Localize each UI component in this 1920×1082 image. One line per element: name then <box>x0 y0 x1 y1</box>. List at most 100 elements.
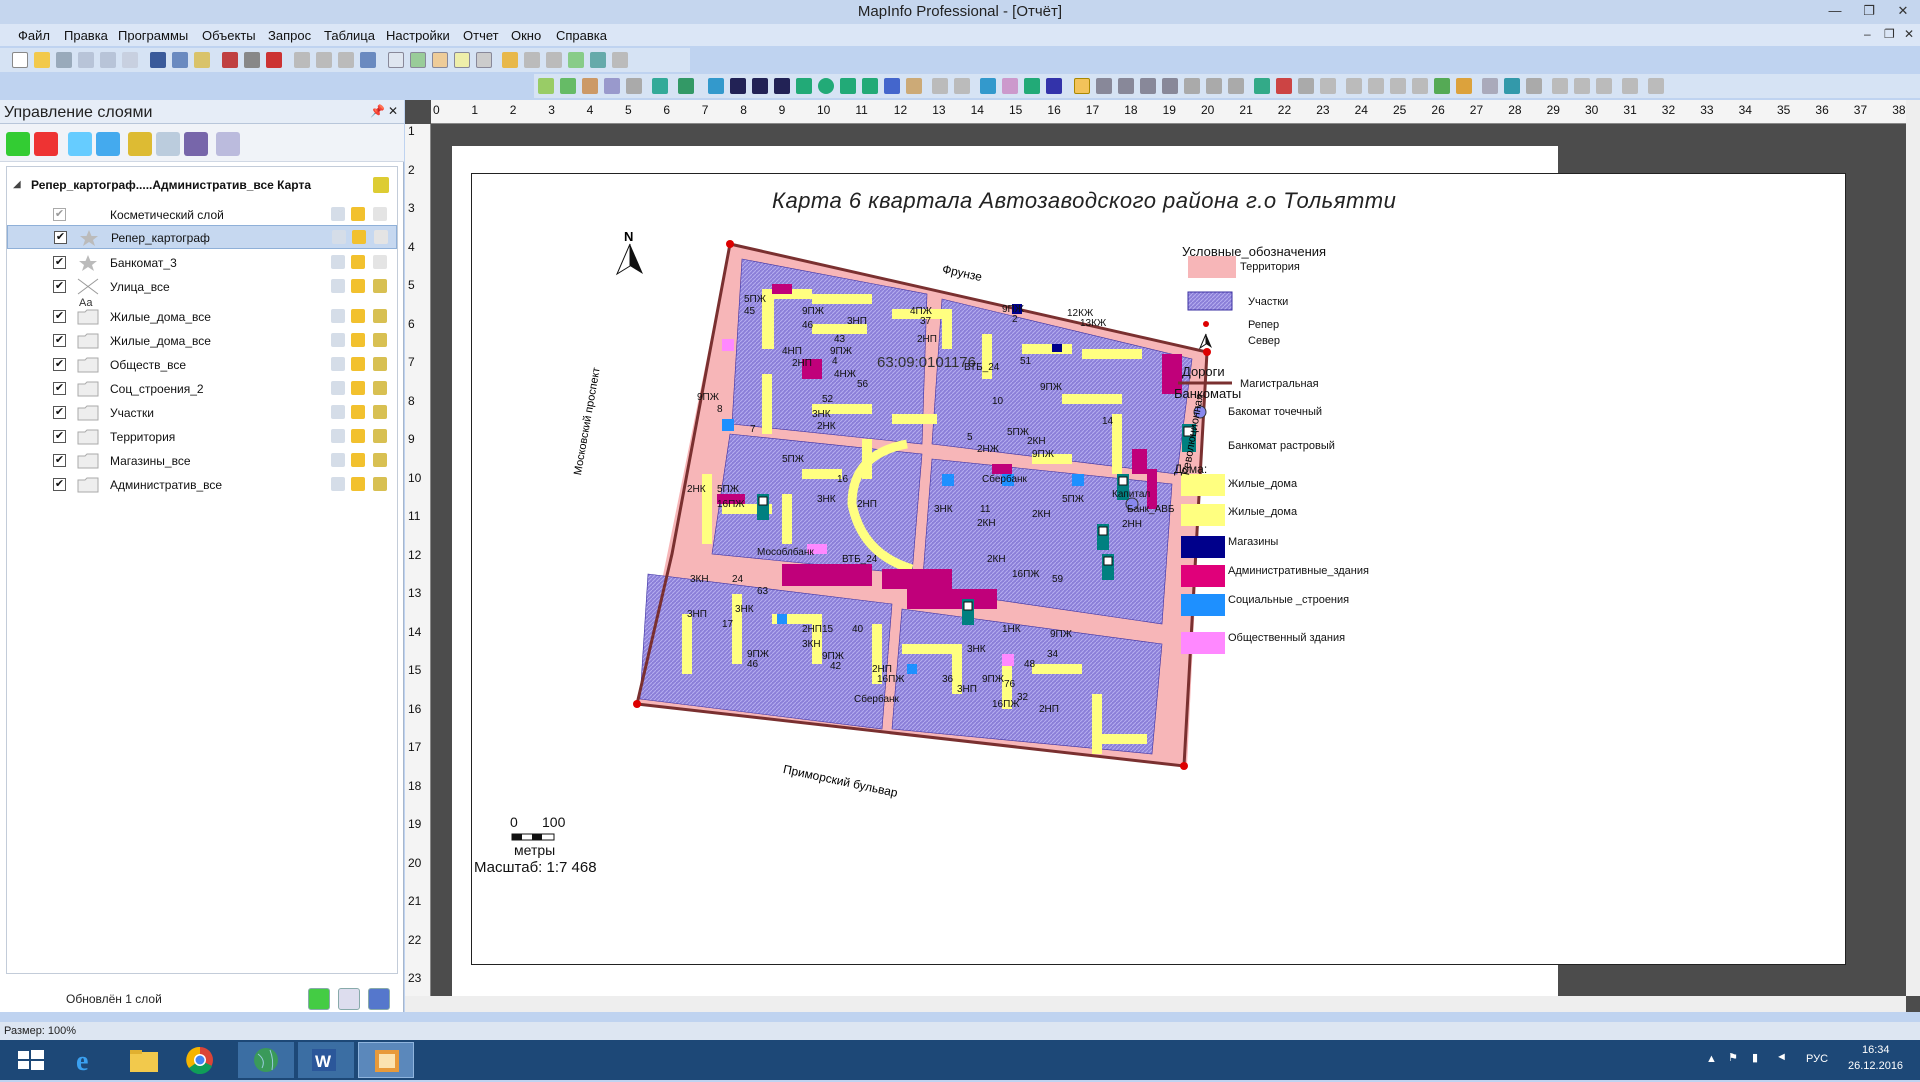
label-toggle-icon[interactable] <box>373 207 387 221</box>
tool-f-icon[interactable] <box>626 78 642 94</box>
tool-g-icon[interactable] <box>1552 78 1568 94</box>
label-toggle-icon[interactable] <box>373 309 387 323</box>
label-icon[interactable] <box>1390 78 1406 94</box>
menu-help[interactable]: Справка <box>556 28 607 43</box>
pin-icon[interactable]: 📌 <box>370 104 385 118</box>
map-label-icon[interactable] <box>373 177 389 193</box>
unselect-icon[interactable] <box>1206 78 1222 94</box>
polyline-icon[interactable] <box>752 78 768 94</box>
print-preview-icon[interactable] <box>222 52 238 68</box>
layer-row[interactable]: ✔ Банкомат_3 <box>7 251 397 275</box>
ellipse-icon[interactable] <box>818 78 834 94</box>
layer-tool-icon[interactable] <box>538 78 554 94</box>
help-button[interactable] <box>368 988 390 1010</box>
layer-visibility-checkbox[interactable]: ✔ <box>53 256 66 269</box>
new-browser-icon[interactable] <box>388 52 404 68</box>
menu-settings[interactable]: Настройки <box>386 28 450 43</box>
label-toggle-icon[interactable] <box>373 405 387 419</box>
label-tool-icon[interactable] <box>678 78 694 94</box>
catalog-icon[interactable] <box>502 52 518 68</box>
layer-visibility-checkbox[interactable]: ✔ <box>53 454 66 467</box>
rounded-rect-icon[interactable] <box>862 78 878 94</box>
radius-select-icon[interactable] <box>1118 78 1134 94</box>
move-down-icon[interactable] <box>96 132 120 156</box>
line-icon[interactable] <box>730 78 746 94</box>
close-button[interactable]: ✕ <box>1886 0 1920 22</box>
globe-icon[interactable] <box>238 1042 294 1078</box>
label-toggle-icon[interactable] <box>373 357 387 371</box>
polygon-select-icon[interactable] <box>1140 78 1156 94</box>
layer-row[interactable]: ✔ Соц_строения_2 <box>7 377 397 401</box>
word-icon[interactable]: W <box>298 1042 354 1078</box>
editable-toggle-icon[interactable] <box>331 429 345 443</box>
layer-row[interactable]: ✔ Жилые_дома_все <box>7 305 397 329</box>
invert-select-icon[interactable] <box>1184 78 1200 94</box>
menu-edit[interactable]: Правка <box>64 28 108 43</box>
reshape-icon[interactable] <box>932 78 948 94</box>
import-icon[interactable] <box>194 52 210 68</box>
editable-toggle-icon[interactable] <box>331 381 345 395</box>
map-frame[interactable]: Карта 6 квартала Автозаводского района г… <box>471 173 1846 965</box>
editable-toggle-icon[interactable] <box>331 333 345 347</box>
layer-visibility-checkbox[interactable]: ✔ <box>53 382 66 395</box>
statistics-icon[interactable] <box>1504 78 1520 94</box>
selectable-toggle-icon[interactable] <box>351 207 365 221</box>
label-toggle-icon[interactable] <box>373 429 387 443</box>
panel-close-icon[interactable]: ✕ <box>388 104 398 118</box>
graph-select-icon[interactable] <box>1228 78 1244 94</box>
layer-visibility-checkbox[interactable]: ✔ <box>53 334 66 347</box>
start-icon[interactable] <box>4 1042 60 1078</box>
editable-toggle-icon[interactable] <box>332 230 346 244</box>
move-up-icon[interactable] <box>68 132 92 156</box>
editable-toggle-icon[interactable] <box>331 207 345 221</box>
print-icon[interactable] <box>244 52 260 68</box>
layer-display-icon[interactable] <box>156 132 180 156</box>
layer-row[interactable]: ✔ Репер_картограф <box>7 225 397 249</box>
selectable-toggle-icon[interactable] <box>351 333 365 347</box>
layer-row[interactable]: ✔ Улица_все Aa <box>7 275 397 309</box>
volume-icon[interactable]: ◄ <box>1776 1051 1787 1063</box>
label-options-icon[interactable] <box>184 132 208 156</box>
layer-visibility-checkbox[interactable]: ✔ <box>53 310 66 323</box>
explorer-icon[interactable] <box>116 1042 172 1078</box>
layer-visibility-checkbox[interactable]: ✔ <box>53 478 66 491</box>
new-graph-icon[interactable] <box>432 52 448 68</box>
thematic-icon[interactable] <box>582 78 598 94</box>
add-layer-icon[interactable] <box>6 132 30 156</box>
marquee-select-icon[interactable] <box>1096 78 1112 94</box>
boundary-select-icon[interactable] <box>1162 78 1178 94</box>
polygon-icon[interactable] <box>796 78 812 94</box>
menu-report[interactable]: Отчет <box>463 28 499 43</box>
layer-visibility-checkbox[interactable]: ✔ <box>53 280 66 293</box>
select-arrow-icon[interactable] <box>1074 78 1090 94</box>
layer-visibility-checkbox[interactable]: ✔ <box>53 406 66 419</box>
collapse-arrow-icon[interactable]: ◢ <box>13 179 21 190</box>
layer-visibility-checkbox[interactable]: ✔ <box>53 208 66 221</box>
text-icon[interactable] <box>884 78 900 94</box>
tool-b-icon[interactable] <box>546 52 562 68</box>
editable-toggle-icon[interactable] <box>331 405 345 419</box>
mdi-restore-button[interactable]: ❐ <box>1884 27 1895 41</box>
undo-icon[interactable] <box>360 52 376 68</box>
menu-table[interactable]: Таблица <box>324 28 375 43</box>
layer-control-icon[interactable] <box>1434 78 1450 94</box>
new-map-icon[interactable] <box>410 52 426 68</box>
rectangle-icon[interactable] <box>840 78 856 94</box>
tool-d-icon[interactable] <box>590 52 606 68</box>
grabber-icon[interactable] <box>1320 78 1336 94</box>
open-web-icon[interactable] <box>122 52 138 68</box>
change-view-icon[interactable] <box>1298 78 1314 94</box>
open-icon[interactable] <box>34 52 50 68</box>
editable-toggle-icon[interactable] <box>331 453 345 467</box>
selectable-toggle-icon[interactable] <box>351 453 365 467</box>
globe-tool-icon[interactable] <box>560 78 576 94</box>
menu-query[interactable]: Запрос <box>268 28 311 43</box>
tool-j-icon[interactable] <box>1622 78 1638 94</box>
label-toggle-icon[interactable] <box>373 279 387 293</box>
redistricter-icon[interactable] <box>476 52 492 68</box>
cut-icon[interactable] <box>294 52 310 68</box>
symbol-style-icon[interactable] <box>980 78 996 94</box>
editable-toggle-icon[interactable] <box>331 279 345 293</box>
tool-a-icon[interactable] <box>524 52 540 68</box>
save-icon[interactable] <box>150 52 166 68</box>
